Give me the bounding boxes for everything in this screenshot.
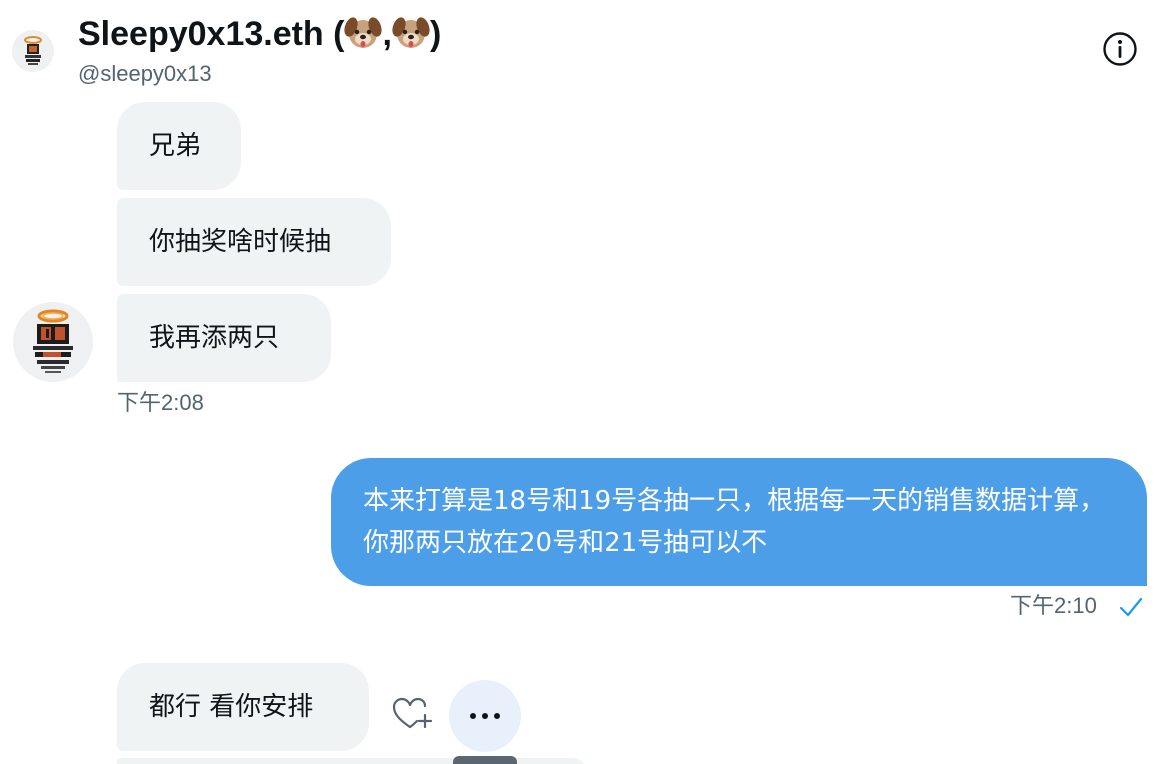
message-text: 本来打算是18号和19号各抽一只，根据每一天的销售数据计算，你那两只放在20号和… — [363, 486, 1106, 558]
contact-name-close: ) — [429, 15, 442, 53]
message-text: 你抽奖啥时候抽 — [149, 227, 332, 257]
incoming-message[interactable]: 都行 看你安排 — [117, 663, 369, 751]
more-horizontal-icon — [470, 713, 500, 719]
contact-name-separator: , — [382, 15, 392, 53]
tooltip — [453, 756, 517, 764]
incoming-message[interactable]: 兄弟 — [117, 102, 241, 190]
contact-name-text: Sleepy0x13.eth ( — [78, 15, 345, 53]
heart-plus-icon — [392, 697, 433, 729]
react-button[interactable] — [390, 693, 434, 737]
info-icon — [1103, 32, 1137, 66]
message-text: 都行 看你安排 — [149, 692, 314, 722]
message-timestamp: 下午2:08 — [117, 390, 204, 415]
contact-handle[interactable]: @sleepy0x13 — [78, 60, 212, 88]
message-text: 我再添两只 — [149, 323, 280, 353]
dog-face-icon — [344, 13, 383, 62]
header-avatar[interactable] — [12, 30, 54, 72]
sender-avatar[interactable] — [13, 302, 93, 382]
info-button[interactable] — [1102, 31, 1138, 67]
outgoing-message[interactable]: 本来打算是18号和19号各抽一只，根据每一天的销售数据计算，你那两只放在20号和… — [331, 458, 1147, 586]
more-options-button[interactable] — [449, 680, 521, 752]
contact-name[interactable]: Sleepy0x13.eth ( , ) — [78, 12, 441, 62]
message-text: 兄弟 — [149, 131, 202, 161]
checkmark-icon — [1119, 597, 1143, 617]
dm-conversation: Sleepy0x13.eth ( , ) @sleepy0x13 兄弟 你抽奖啥… — [0, 0, 1162, 764]
dog-face-icon — [392, 13, 430, 62]
incoming-message[interactable]: 你抽奖啥时候抽 — [117, 198, 391, 286]
message-timestamp: 下午2:10 — [1010, 593, 1097, 618]
incoming-message[interactable]: 我再添两只 — [117, 294, 331, 382]
